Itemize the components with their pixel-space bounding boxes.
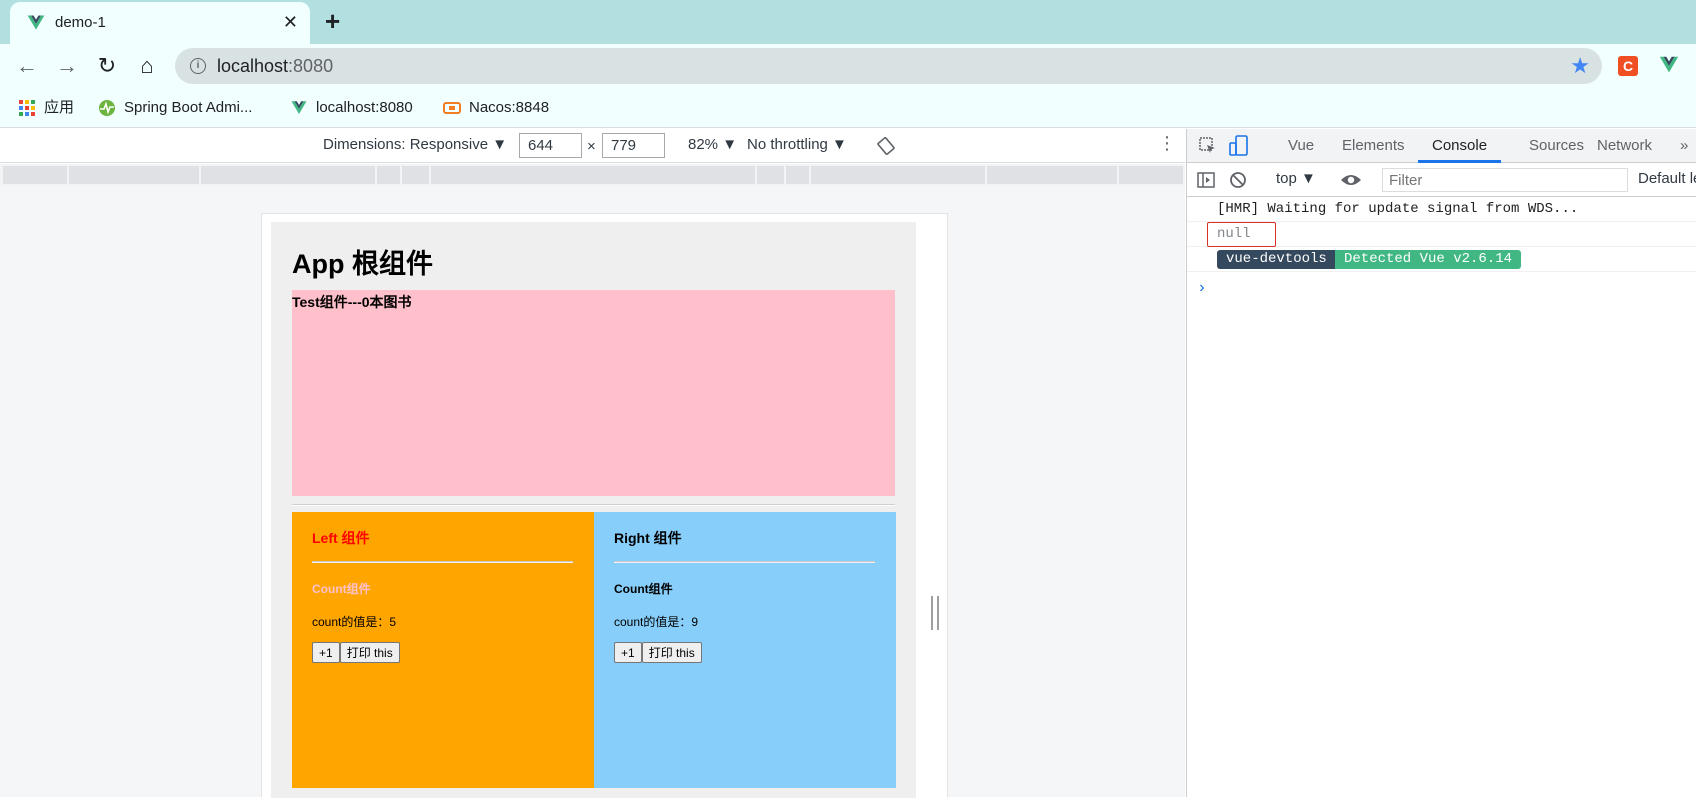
console-null-value: null [1217,226,1251,242]
console-log-row: [HMR] Waiting for update signal from WDS… [1187,197,1696,222]
inspect-element-icon[interactable] [1199,137,1217,155]
tab-vue[interactable]: Vue [1288,137,1314,154]
tab-sources[interactable]: Sources [1529,137,1584,154]
device-toolbar: Dimensions: Responsive ▼ × 82% ▼ No thro… [0,129,1185,163]
vue-devtools-extension-icon[interactable] [1658,54,1680,76]
extension-c-icon[interactable]: C [1618,56,1638,76]
bookmark-label: Nacos:8848 [469,99,550,116]
url-text: localhost:8080 [217,56,334,76]
media-query-ruler[interactable] [0,164,1185,186]
left-title: Left 组件 [312,530,370,546]
highlight-box: null [1207,222,1276,247]
vue-logo-icon [27,15,45,30]
console-toolbar: top ▼ Default le [1187,163,1696,197]
address-bar[interactable]: i localhost:8080 ★ [175,48,1602,84]
viewport-height-input[interactable] [602,133,665,158]
sidebar-toggle-icon[interactable] [1197,171,1215,189]
bookmark-star-icon[interactable]: ★ [1570,53,1590,79]
new-tab-button[interactable]: + [325,8,340,34]
app-title: App 根组件 [292,249,433,279]
test-component: Test组件---0本图书 [292,290,895,496]
vue-version-badge: Detected Vue v2.6.14 [1335,250,1522,269]
console-log-row: vue-devtools Detected Vue v2.6.14 [1187,247,1696,272]
dimensions-dropdown[interactable]: Dimensions: Responsive ▼ [323,136,507,153]
console-filter-input[interactable] [1382,168,1628,192]
home-icon[interactable]: ⌂ [134,53,160,79]
right-component: Right 组件 Count组件 count的值是：9 +1 打印 this [594,512,896,788]
log-levels-dropdown[interactable]: Default le [1638,170,1696,187]
test-title: Test组件---0本图书 [292,294,412,310]
spring-boot-admin-icon [99,100,115,116]
devtools-tabs: Vue Elements Console Sources Network » [1187,129,1696,163]
divider [614,561,875,563]
console-log-row: null [1187,222,1696,247]
tab-elements[interactable]: Elements [1342,137,1405,154]
divider [312,561,573,563]
count-value: count的值是：9 [614,615,699,629]
viewport-resize-handle[interactable] [931,596,939,630]
bookmark-spring-boot-admin[interactable]: Spring Boot Admi... [98,96,252,120]
print-this-button[interactable]: 打印 this [641,642,702,663]
console-prompt[interactable]: › [1197,279,1207,297]
console-output: [HMR] Waiting for update signal from WDS… [1187,197,1696,797]
increment-button[interactable]: +1 [614,642,642,663]
browser-tab[interactable]: demo-1 ✕ [10,2,310,44]
back-arrow-icon[interactable]: ← [14,53,40,79]
more-options-icon[interactable]: ⋮ [1158,133,1176,154]
bookmark-localhost[interactable]: localhost:8080 [290,96,413,120]
bookmark-nacos[interactable]: Nacos:8848 [443,96,549,120]
site-info-icon[interactable]: i [190,58,206,74]
increment-button[interactable]: +1 [312,642,340,663]
count-value: count的值是：5 [312,615,397,629]
throttling-dropdown[interactable]: No throttling ▼ [747,136,847,153]
bookmark-label: localhost:8080 [316,99,413,116]
context-selector[interactable]: top ▼ [1276,170,1316,187]
bookmark-apps[interactable]: 应用 [18,96,74,120]
device-toggle-icon[interactable] [1229,135,1249,157]
page-frame: App 根组件 Test组件---0本图书 Left 组件 Count组件 co… [261,213,948,798]
apps-grid-icon [19,100,35,116]
tab-title: demo-1 [55,14,106,31]
tab-console[interactable]: Console [1432,137,1487,154]
bookmark-label: Spring Boot Admi... [124,99,253,116]
more-tabs-icon[interactable]: » [1680,137,1688,154]
count-title: Count组件 [312,582,371,596]
times-sign: × [587,138,596,155]
viewport-width-input[interactable] [519,133,582,158]
count-title: Count组件 [614,582,673,596]
devtools-panel: Vue Elements Console Sources Network » t… [1186,129,1696,797]
bookmark-label: 应用 [44,99,75,116]
nacos-icon [443,102,461,114]
forward-arrow-icon[interactable]: → [54,53,80,79]
divider [292,504,895,506]
eye-icon[interactable] [1340,172,1362,188]
browser-toolbar: ← → ↻ ⌂ i localhost:8080 ★ C [0,44,1696,88]
tab-strip: demo-1 ✕ + [0,0,1696,44]
vue-devtools-badge: vue-devtools [1217,250,1336,269]
rotate-icon[interactable] [877,137,895,155]
tab-network[interactable]: Network [1597,137,1652,154]
print-this-button[interactable]: 打印 this [339,642,400,663]
emulated-viewport: App 根组件 Test组件---0本图书 Left 组件 Count组件 co… [0,186,1185,798]
zoom-dropdown[interactable]: 82% ▼ [688,136,737,153]
console-message: [HMR] Waiting for update signal from WDS… [1217,201,1579,217]
bookmarks-bar: 应用 Spring Boot Admi... localhost:8080 Na… [0,88,1696,128]
reload-icon[interactable]: ↻ [94,53,120,79]
left-component: Left 组件 Count组件 count的值是：5 +1 打印 this [292,512,594,788]
app-root: App 根组件 Test组件---0本图书 Left 组件 Count组件 co… [271,222,916,798]
close-tab-icon[interactable]: ✕ [283,11,298,33]
clear-console-icon[interactable] [1229,171,1247,189]
vue-icon [291,101,307,114]
right-title: Right 组件 [614,530,682,546]
